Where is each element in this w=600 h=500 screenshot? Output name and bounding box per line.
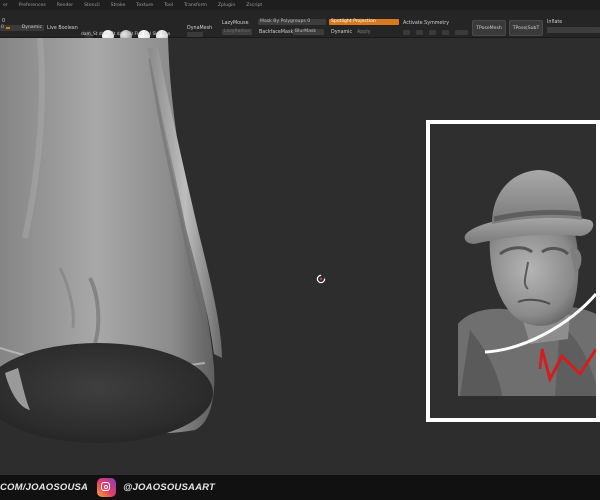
number-field: 0 <box>1 25 4 30</box>
rotate-cursor-icon <box>316 274 326 284</box>
footer-bar: COM/JOAOSOUSA @JOAOSOUSAART <box>0 475 600 500</box>
lazymouse-button[interactable]: LazyMouse <box>222 21 249 26</box>
menu-item[interactable]: Zplugin <box>218 3 235 8</box>
material-labels: dam_St dam_St dam_St Flat Col SkinSha <box>81 32 171 37</box>
website-text[interactable]: COM/JOAOSOUSA <box>0 482 88 493</box>
slider-fill <box>6 27 10 29</box>
instagram-handle[interactable]: @JOAOSOUSAART <box>123 482 215 493</box>
symmetry-m-toggle[interactable] <box>442 30 449 35</box>
reference-image-frame[interactable] <box>426 120 600 422</box>
draw-size-slider[interactable]: 0 Dynamic <box>0 25 44 31</box>
symmetry-x-toggle[interactable] <box>403 30 410 35</box>
instagram-icon[interactable] <box>97 478 117 497</box>
dynamesh-resolution-field[interactable] <box>187 32 203 37</box>
menu-item[interactable]: Stencil <box>84 3 100 8</box>
lazyradius-slider[interactable]: LazyRadius <box>222 29 252 35</box>
menu-item[interactable]: Stroke <box>111 3 126 8</box>
menu-item[interactable]: Preferences <box>19 3 46 8</box>
reference-bust-image <box>458 170 596 396</box>
live-boolean-button[interactable]: Live Boolean <box>47 26 78 31</box>
symmetry-z-toggle[interactable] <box>429 30 436 35</box>
mask-by-polygroups-slider[interactable]: Mask By Polygroups 0 <box>258 19 326 25</box>
menu-item[interactable]: Render <box>57 3 73 8</box>
backface-mask-button[interactable]: BackfaceMask <box>259 30 293 35</box>
symmetry-y-toggle[interactable] <box>416 30 423 35</box>
toolbar: 0 0 Dynamic Live Boolean dam_St dam_St d… <box>0 10 600 42</box>
menu-bar: er Preferences Render Stencil Stroke Tex… <box>0 0 600 10</box>
menu-item[interactable]: Transform <box>184 3 207 8</box>
apply-button[interactable]: Apply <box>357 30 371 35</box>
menu-item[interactable]: Tool <box>164 3 173 8</box>
dynamic-label: Dynamic <box>21 25 42 30</box>
symmetry-r-toggle[interactable] <box>455 30 468 35</box>
blurmask-slider[interactable]: BlurMask <box>293 29 324 35</box>
viewport-canvas[interactable] <box>0 38 600 475</box>
dynamesh-button[interactable]: DynaMesh <box>187 26 212 31</box>
menu-item[interactable]: Zscript <box>246 3 262 8</box>
activate-symmetry-button[interactable]: Activate Symmetry <box>403 21 449 26</box>
inflate-label: Inflate <box>547 20 563 25</box>
tposemesh-button[interactable]: TPoseMesh <box>472 20 506 36</box>
menu-item[interactable]: er <box>3 3 8 8</box>
spotlight-projection-button[interactable]: Spotlight Projection <box>329 19 399 25</box>
tpose-subt-button[interactable]: TPose|SubT <box>509 20 543 36</box>
dynamic-button[interactable]: Dynamic <box>331 30 352 35</box>
number-field[interactable]: 0 <box>2 19 5 24</box>
menu-item[interactable]: Texture <box>136 3 153 8</box>
inflate-slider[interactable] <box>547 27 600 33</box>
